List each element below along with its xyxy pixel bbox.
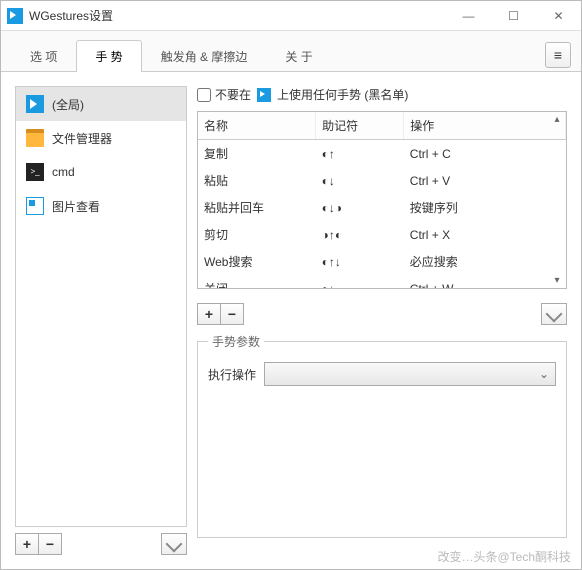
add-gesture-button[interactable]: +	[197, 303, 221, 325]
close-button[interactable]: ✕	[536, 1, 581, 31]
apps-toolbar: + −	[15, 533, 187, 555]
sidebar-item-explorer[interactable]: 文件管理器	[16, 121, 186, 155]
col-action[interactable]: 操作	[404, 112, 566, 140]
app-window: WGestures设置 — ☐ ✕ 选 项 手 势 触发角 & 摩擦边 关 于 …	[0, 0, 582, 570]
col-mnemonic[interactable]: 助记符	[316, 112, 404, 140]
table-row[interactable]: Web搜索◐↑↓必应搜索	[198, 248, 566, 275]
remove-app-button[interactable]: −	[38, 533, 62, 555]
gestures-toolbar: + −	[197, 303, 567, 325]
tab-gestures[interactable]: 手 势	[76, 40, 141, 72]
edit-gesture-button[interactable]	[541, 303, 567, 325]
blacklist-text-post: 上使用任何手势 (黑名单)	[277, 86, 408, 103]
tabs-bar: 选 项 手 势 触发角 & 摩擦边 关 于 ≡	[1, 31, 581, 72]
tab-options[interactable]: 选 项	[11, 40, 76, 72]
content-area: (全局) 文件管理器 >_ cmd 图片查看 + −	[1, 72, 581, 569]
sidebar-item-label: (全局)	[52, 96, 84, 113]
terminal-icon: >_	[26, 163, 44, 181]
table-row[interactable]: 关闭◐↓→Ctrl + W	[198, 275, 566, 289]
scroll-up-icon[interactable]: ▴	[554, 114, 559, 125]
edit-app-button[interactable]	[161, 533, 187, 555]
gestures-table[interactable]: 名称 助记符 操作 复制◐↑Ctrl + C粘贴◐↓Ctrl + V粘贴并回车◐…	[198, 112, 566, 289]
chevron-down-icon: ⌄	[539, 367, 549, 381]
sidebar-item-label: 图片查看	[52, 198, 100, 215]
sidebar-item-label: 文件管理器	[52, 130, 112, 147]
action-combobox[interactable]: ⌄	[264, 362, 556, 386]
col-name[interactable]: 名称	[198, 112, 316, 140]
gesture-params-fieldset: 手势参数 执行操作 ⌄	[197, 333, 567, 538]
table-row[interactable]: 粘贴◐↓Ctrl + V	[198, 167, 566, 194]
tab-about[interactable]: 关 于	[266, 40, 331, 72]
apps-list[interactable]: (全局) 文件管理器 >_ cmd 图片查看	[15, 86, 187, 527]
folder-icon	[26, 129, 44, 147]
cursor-icon	[257, 88, 271, 102]
app-icon	[7, 8, 23, 24]
table-row[interactable]: 剪切◑↑◐Ctrl + X	[198, 221, 566, 248]
watermark-text: 改变…头条@Tech酮科技	[437, 548, 571, 565]
table-row[interactable]: 粘贴并回车◐↓◑按键序列	[198, 194, 566, 221]
apps-sidebar: (全局) 文件管理器 >_ cmd 图片查看 + −	[15, 86, 187, 555]
blacklist-row[interactable]: 不要在 上使用任何手势 (黑名单)	[197, 86, 567, 103]
table-row[interactable]: 复制◐↑Ctrl + C	[198, 140, 566, 168]
sidebar-item-cmd[interactable]: >_ cmd	[16, 155, 186, 189]
remove-gesture-button[interactable]: −	[220, 303, 244, 325]
scrollbar[interactable]: ▴▾	[550, 114, 564, 286]
sidebar-item-global[interactable]: (全局)	[16, 87, 186, 121]
maximize-button[interactable]: ☐	[491, 1, 536, 31]
window-title: WGestures设置	[29, 7, 446, 24]
gestures-table-container: 名称 助记符 操作 复制◐↑Ctrl + C粘贴◐↓Ctrl + V粘贴并回车◐…	[197, 111, 567, 289]
scroll-down-icon[interactable]: ▾	[554, 275, 559, 286]
cursor-icon	[26, 95, 44, 113]
add-app-button[interactable]: +	[15, 533, 39, 555]
pencil-icon	[546, 306, 563, 323]
action-label: 执行操作	[208, 366, 256, 383]
blacklist-checkbox[interactable]	[197, 88, 211, 102]
minimize-button[interactable]: —	[446, 1, 491, 31]
image-viewer-icon	[26, 197, 44, 215]
tab-corners[interactable]: 触发角 & 摩擦边	[142, 40, 267, 72]
action-param-row: 执行操作 ⌄	[208, 362, 556, 386]
sidebar-item-label: cmd	[52, 165, 75, 179]
main-panel: 不要在 上使用任何手势 (黑名单) 名称 助记符 操作 复制◐↑Ctrl + C…	[197, 86, 567, 555]
params-legend: 手势参数	[208, 333, 264, 350]
sidebar-item-imageviewer[interactable]: 图片查看	[16, 189, 186, 223]
titlebar: WGestures设置 — ☐ ✕	[1, 1, 581, 31]
menu-button[interactable]: ≡	[545, 42, 571, 68]
pencil-icon	[166, 536, 183, 553]
blacklist-text-pre: 不要在	[215, 86, 251, 103]
